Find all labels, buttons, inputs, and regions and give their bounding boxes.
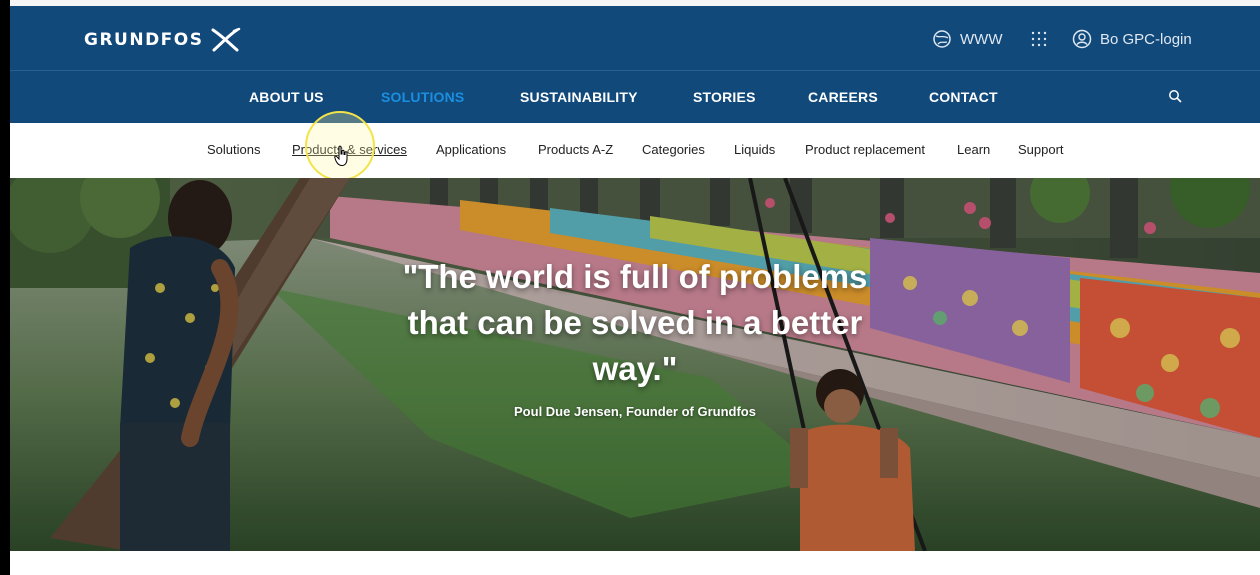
hero-quote-author: Poul Due Jensen, Founder of Grundfos	[514, 404, 756, 419]
apps-menu-button[interactable]	[1030, 26, 1048, 52]
main-navigation: ABOUT US SOLUTIONS SUSTAINABILITY STORIE…	[10, 72, 1260, 123]
search-icon	[1169, 90, 1182, 103]
nav-solutions[interactable]: SOLUTIONS	[381, 89, 464, 105]
subnav-support[interactable]: Support	[1018, 142, 1064, 157]
www-label: WWW	[960, 30, 1003, 48]
subnav-solutions[interactable]: Solutions	[207, 142, 260, 157]
nav-about-us[interactable]: ABOUT US	[249, 89, 324, 105]
globe-icon	[933, 30, 951, 48]
login-label: Bo GPC-login	[1100, 30, 1192, 48]
window-left-edge	[0, 0, 10, 575]
apps-grid-icon	[1031, 31, 1047, 47]
browser-viewport: GRUNDFOS WWW Bo GPC-login ABOUT US SOLUT…	[0, 0, 1260, 575]
subnav-products-services[interactable]: Products & services	[292, 142, 407, 157]
grundfos-x-mark-icon	[211, 27, 240, 52]
site-header: GRUNDFOS WWW Bo GPC-login ABOUT US SOLUT…	[10, 6, 1260, 123]
hero-banner: "The world is full of problems that can …	[10, 178, 1260, 551]
subnav-applications[interactable]: Applications	[436, 142, 506, 157]
utility-bar: GRUNDFOS WWW Bo GPC-login	[10, 6, 1260, 71]
logo-wordmark: GRUNDFOS	[84, 30, 204, 50]
www-link[interactable]: WWW	[932, 26, 1002, 52]
login-link[interactable]: Bo GPC-login	[1072, 26, 1192, 52]
grundfos-logo[interactable]: GRUNDFOS	[84, 26, 242, 54]
subnav-liquids[interactable]: Liquids	[734, 142, 775, 157]
search-button[interactable]	[1168, 89, 1186, 107]
page-content-start	[10, 551, 1260, 575]
nav-sustainability[interactable]: SUSTAINABILITY	[520, 89, 638, 105]
nav-careers[interactable]: CAREERS	[808, 89, 878, 105]
user-icon	[1072, 29, 1092, 49]
subnav-categories[interactable]: Categories	[642, 142, 705, 157]
nav-stories[interactable]: STORIES	[693, 89, 756, 105]
hero-quote: "The world is full of problems that can …	[402, 258, 868, 387]
solutions-subnavigation: Solutions Products & services Applicatio…	[10, 123, 1260, 178]
subnav-learn[interactable]: Learn	[957, 142, 990, 157]
subnav-product-replacement[interactable]: Product replacement	[805, 142, 925, 157]
nav-contact[interactable]: CONTACT	[929, 89, 998, 105]
subnav-products-a-z[interactable]: Products A-Z	[538, 142, 613, 157]
